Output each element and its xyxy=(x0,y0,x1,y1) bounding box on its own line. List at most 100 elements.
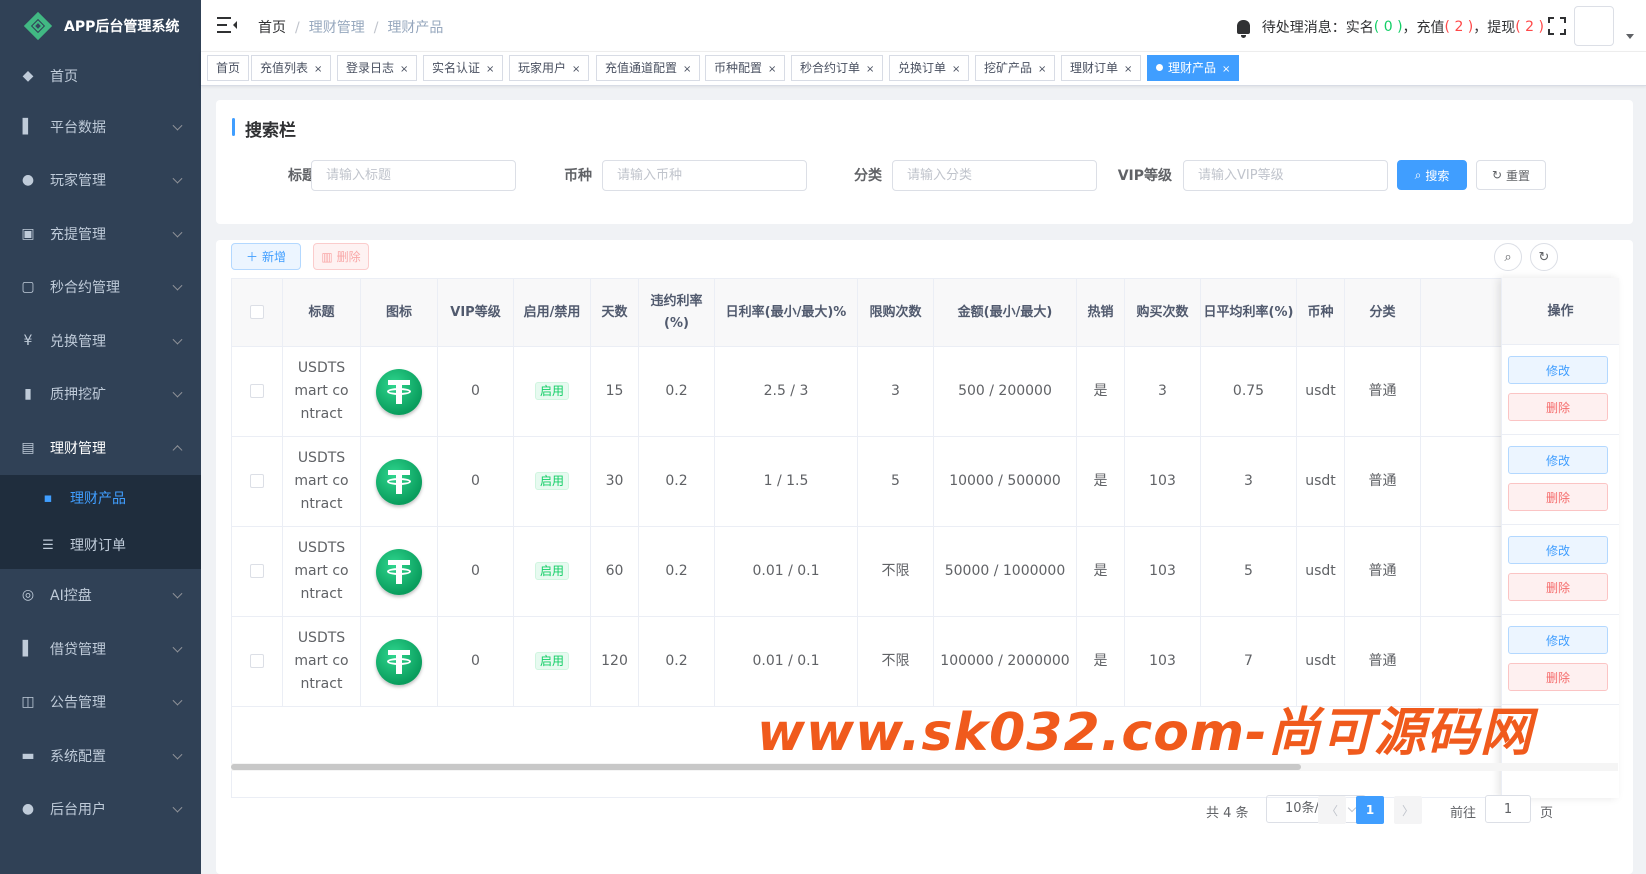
delete-button[interactable]: 删除 xyxy=(1508,393,1608,421)
batch-delete-button[interactable]: ▥ 删除 xyxy=(313,243,369,270)
horizontal-scrollbar[interactable] xyxy=(231,763,1618,771)
chevron-down-icon xyxy=(172,749,183,760)
tab-3[interactable]: 实名认证 × xyxy=(423,55,504,81)
hamburger-icon[interactable] xyxy=(217,16,237,34)
sidebar-item-12[interactable]: ● 后台用户 xyxy=(0,783,201,837)
tab-7[interactable]: 秒合约订单 × xyxy=(791,55,884,81)
sidebar-item-5[interactable]: ¥ 兑换管理 xyxy=(0,314,201,368)
row-checkbox[interactable] xyxy=(250,474,264,488)
edit-button[interactable]: 修改 xyxy=(1508,626,1608,654)
cell-amount: 10000 / 500000 xyxy=(933,436,1077,527)
edit-button[interactable]: 修改 xyxy=(1508,356,1608,384)
cell-hot: 是 xyxy=(1076,346,1125,437)
tab-10[interactable]: 理财订单 × xyxy=(1061,55,1142,81)
category-input[interactable] xyxy=(892,160,1097,191)
pending-notice[interactable]: 待处理消息： 实名 ( 0 ) ，充值 ( 2 ) ，提现 ( 2 ) xyxy=(1236,17,1544,38)
page-number-current[interactable]: 1 xyxy=(1356,796,1384,824)
close-icon[interactable]: × xyxy=(572,64,580,75)
coin-input[interactable] xyxy=(602,160,807,191)
edit-button[interactable]: 修改 xyxy=(1508,536,1608,564)
row-checkbox[interactable] xyxy=(250,564,264,578)
tab-9[interactable]: 挖矿产品 × xyxy=(975,55,1056,81)
close-icon[interactable]: × xyxy=(768,64,776,75)
tab-4[interactable]: 玩家用户 × xyxy=(509,55,590,81)
select-all-checkbox[interactable] xyxy=(250,305,264,319)
tether-coin-icon xyxy=(376,458,422,505)
notice-withdraw-count: ( 2 ) xyxy=(1515,19,1544,35)
reset-button[interactable]: ↻ 重置 xyxy=(1476,160,1546,190)
title-input[interactable] xyxy=(311,160,516,191)
sidebar-item-7[interactable]: ▤ 理财管理 xyxy=(0,421,201,475)
row-checkbox[interactable] xyxy=(250,384,264,398)
sidebar-item-4[interactable]: ▢ 秒合约管理 xyxy=(0,261,201,315)
sidebar-item-label: 系统配置 xyxy=(50,748,106,765)
close-icon[interactable]: × xyxy=(400,64,408,75)
sidebar-item-6[interactable]: ▮ 质押挖矿 xyxy=(0,368,201,422)
tab-8[interactable]: 兑换订单 × xyxy=(889,55,970,81)
data-table: 标题 图标 VIP等级 启用/禁用 天数 违约利率(%) 日利率(最小/最大)% 限购次数 金额… xyxy=(231,278,1618,798)
search-button[interactable]: ⌕ 搜索 xyxy=(1397,160,1467,190)
toggle-search-button[interactable]: ⌕ xyxy=(1494,243,1522,271)
prev-page-button[interactable]: 〈 xyxy=(1318,796,1346,824)
add-button[interactable]: ＋ 新增 xyxy=(231,243,301,270)
delete-button[interactable]: 删除 xyxy=(1508,663,1608,691)
fullscreen-icon[interactable] xyxy=(1548,17,1566,35)
tether-coin-icon xyxy=(376,548,422,595)
cell-days: 30 xyxy=(590,436,639,527)
next-page-button[interactable]: 〉 xyxy=(1394,796,1422,824)
edit-button[interactable]: 修改 xyxy=(1508,446,1608,474)
cell-rate: 1 / 1.5 xyxy=(714,436,858,527)
vip-input[interactable] xyxy=(1183,160,1388,191)
close-icon[interactable]: × xyxy=(1038,64,1046,75)
close-icon[interactable]: × xyxy=(683,64,691,75)
tab-label: 理财订单 xyxy=(1070,61,1119,75)
avatar[interactable] xyxy=(1574,6,1614,46)
close-icon[interactable]: × xyxy=(314,64,322,75)
reset-button-label: 重置 xyxy=(1506,168,1531,183)
sidebar-item-10[interactable]: ◫ 公告管理 xyxy=(0,676,201,730)
sidebar-item-3[interactable]: ▣ 充提管理 xyxy=(0,207,201,261)
sidebar-item-8[interactable]: ◎ AI控盘 xyxy=(0,569,201,623)
tab-11[interactable]: 理财产品 × xyxy=(1147,55,1240,81)
action-header: 操作 xyxy=(1502,278,1619,345)
close-icon[interactable]: × xyxy=(1124,64,1132,75)
row-checkbox[interactable] xyxy=(250,654,264,668)
goto-page-input[interactable] xyxy=(1485,795,1531,823)
tab-6[interactable]: 币种配置 × xyxy=(705,55,786,81)
tab-0[interactable]: 首页 xyxy=(207,55,250,81)
cell-avg: 0.75 xyxy=(1200,346,1297,437)
cell-limit: 5 xyxy=(857,436,934,527)
product-title: USDTSmart contract xyxy=(294,540,349,602)
sidebar-item-9[interactable]: ▌ 借贷管理 xyxy=(0,622,201,676)
tab-5[interactable]: 充值通道配置 × xyxy=(596,55,701,81)
notice-verify-count: ( 0 ) xyxy=(1373,19,1403,35)
tab-2[interactable]: 登录日志 × xyxy=(337,55,418,81)
sidebar-item-1[interactable]: ▌ 平台数据 xyxy=(0,100,201,154)
chevron-down-icon xyxy=(172,227,183,238)
close-icon[interactable]: × xyxy=(866,64,874,75)
breadcrumb-home[interactable]: 首页 xyxy=(258,20,286,36)
sidebar-item-11[interactable]: ▬ 系统配置 xyxy=(0,729,201,783)
cell-days: 15 xyxy=(590,346,639,437)
tab-1[interactable]: 充值列表 × xyxy=(251,55,332,81)
sidebar-subitem-1[interactable]: ☰ 理财订单 xyxy=(0,522,201,569)
sidebar-subitem-0[interactable]: ▪ 理财产品 xyxy=(0,475,201,522)
close-icon[interactable]: × xyxy=(1222,64,1230,75)
sidebar-item-2[interactable]: ● 玩家管理 xyxy=(0,154,201,208)
cell-status: 启用 xyxy=(513,616,591,707)
scrollbar-thumb[interactable] xyxy=(231,764,1301,770)
chevron-down-icon xyxy=(172,280,183,291)
cell-rate: 0.01 / 0.1 xyxy=(714,616,858,707)
delete-button[interactable]: 删除 xyxy=(1508,483,1608,511)
refresh-table-button[interactable]: ↻ xyxy=(1530,243,1558,271)
sidebar-item-label: 平台数据 xyxy=(50,119,106,136)
tab-label: 秒合约订单 xyxy=(800,61,861,75)
delete-button[interactable]: 删除 xyxy=(1508,573,1608,601)
close-icon[interactable]: × xyxy=(952,64,960,75)
page-size-select[interactable]: 10条/页 xyxy=(1266,795,1366,823)
row-select-cell xyxy=(232,526,283,617)
caret-down-icon[interactable] xyxy=(1626,34,1634,39)
close-icon[interactable]: × xyxy=(486,64,494,75)
action-cell: 修改 删除 xyxy=(1502,525,1619,615)
sidebar-item-0[interactable]: ◆ 首页 xyxy=(0,52,201,100)
